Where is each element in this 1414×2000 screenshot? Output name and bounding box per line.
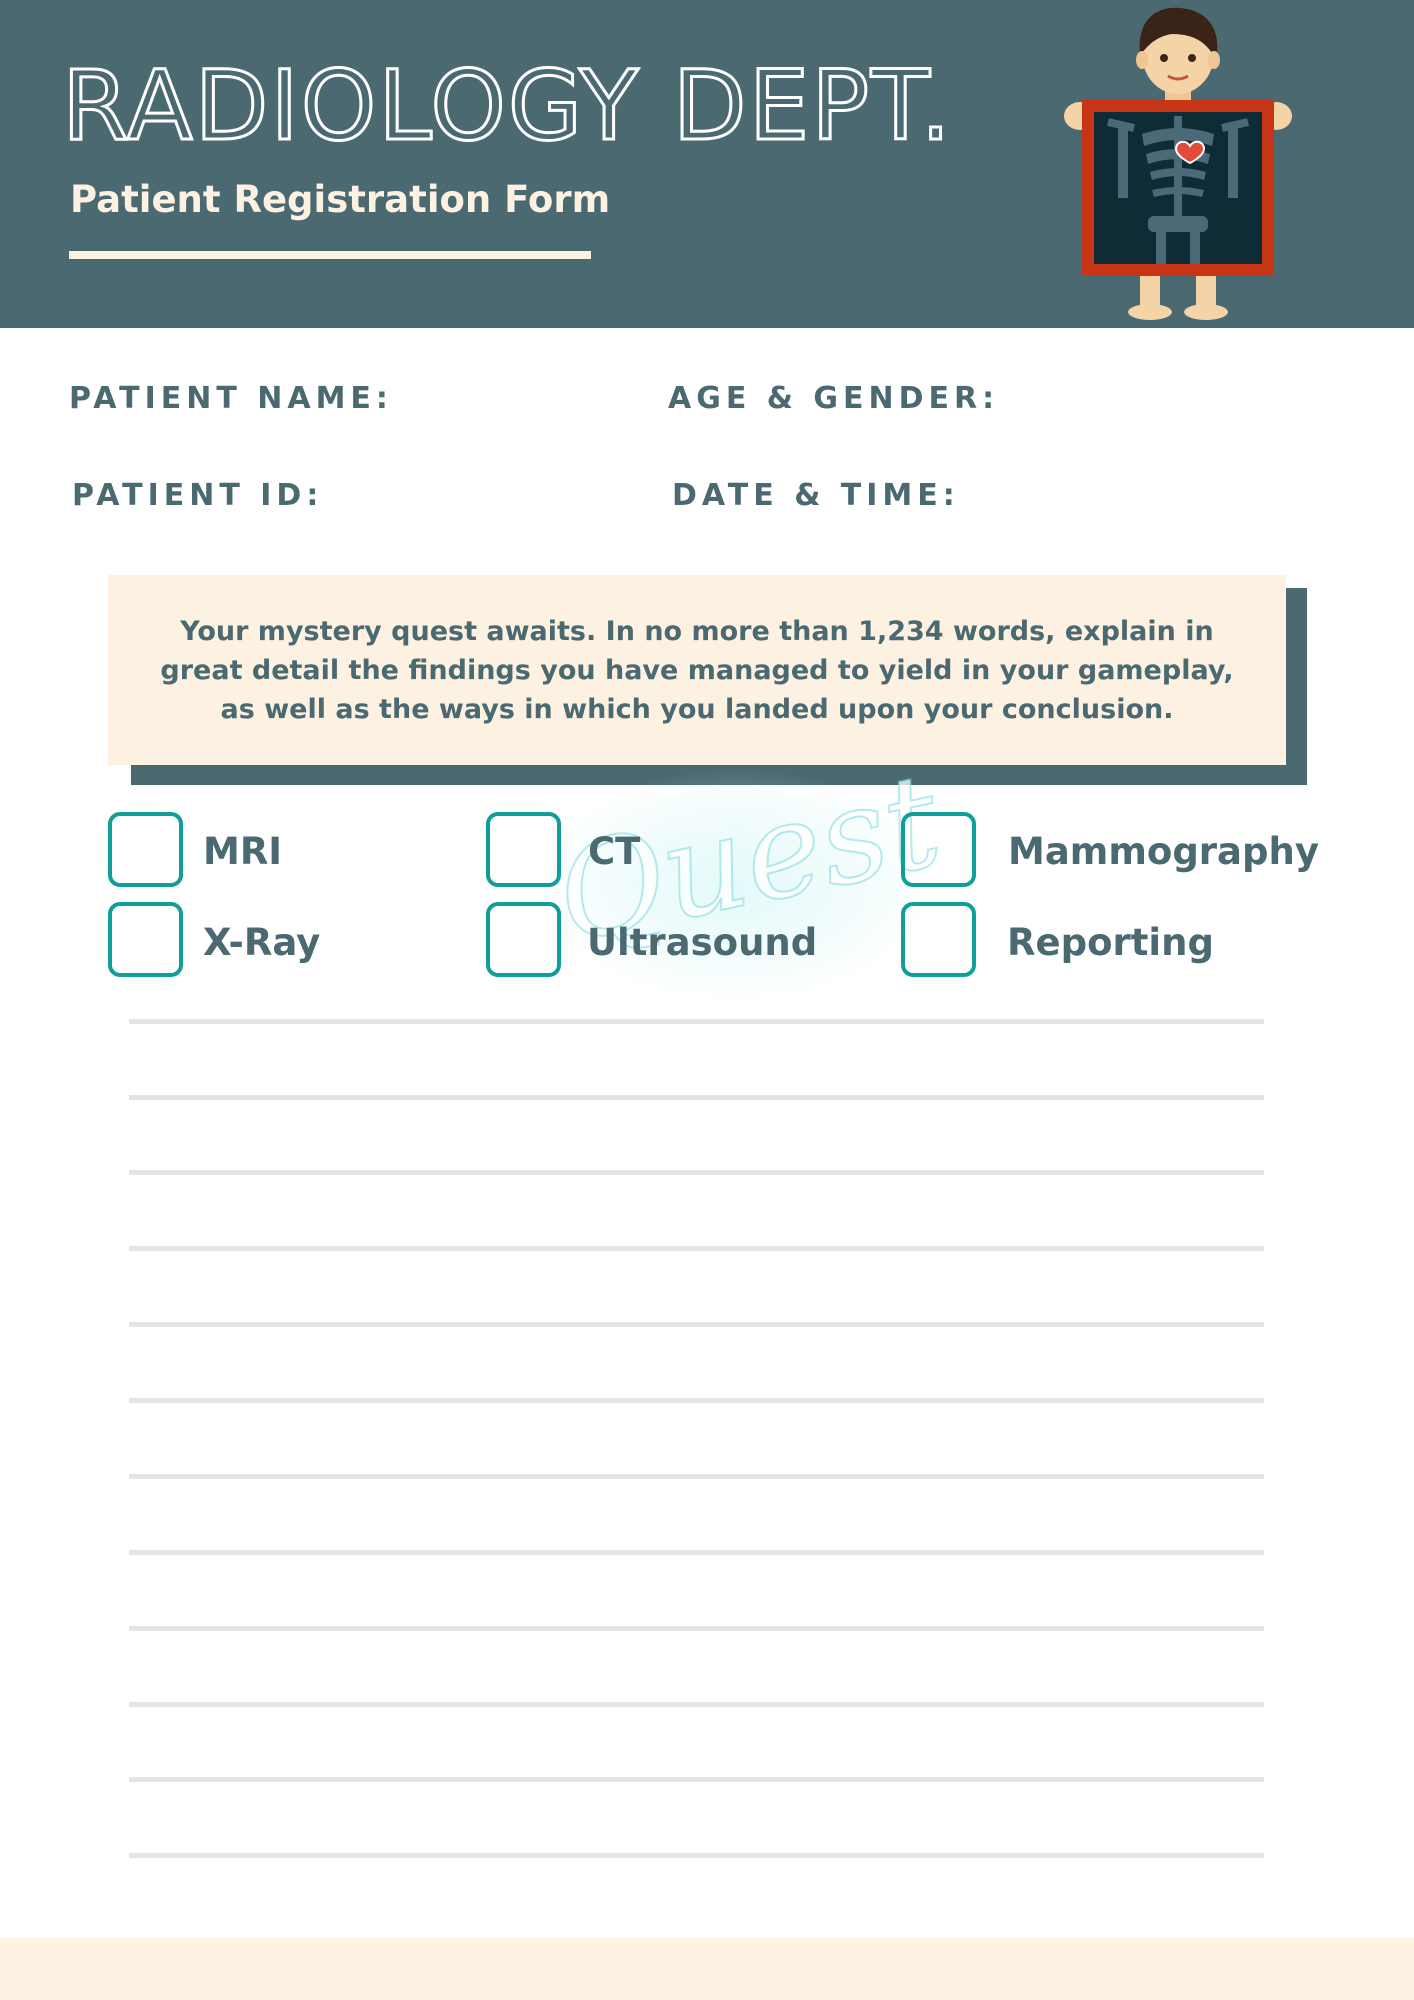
- writing-line[interactable]: [129, 1853, 1264, 1858]
- reporting-label: Reporting: [1007, 921, 1214, 964]
- writing-line[interactable]: [129, 1095, 1264, 1100]
- patient-name-label: PATIENT NAME:: [69, 381, 393, 416]
- option-xray[interactable]: [108, 902, 183, 977]
- mri-checkbox[interactable]: [108, 812, 183, 887]
- xray-label: X-Ray: [203, 921, 321, 964]
- writing-line[interactable]: [129, 1170, 1264, 1175]
- writing-line[interactable]: [129, 1550, 1264, 1555]
- writing-line[interactable]: [129, 1626, 1264, 1631]
- ct-label: CT: [588, 830, 641, 873]
- writing-line[interactable]: [129, 1777, 1264, 1782]
- mri-label: MRI: [203, 830, 283, 873]
- instruction-text: Your mystery quest awaits. In no more th…: [160, 615, 1234, 725]
- xray-checkbox[interactable]: [108, 902, 183, 977]
- option-mri[interactable]: [108, 812, 183, 887]
- ultrasound-checkbox[interactable]: [486, 902, 561, 977]
- date-time-label: DATE & TIME:: [672, 478, 960, 513]
- form-subtitle: Patient Registration Form: [70, 178, 611, 221]
- writing-line[interactable]: [129, 1019, 1264, 1024]
- xray-patient-icon: [1064, 7, 1292, 320]
- writing-line[interactable]: [129, 1398, 1264, 1403]
- writing-line[interactable]: [129, 1246, 1264, 1251]
- instruction-box: Your mystery quest awaits. In no more th…: [108, 575, 1286, 765]
- page-title: RADIOLOGY DEPT.: [61, 49, 953, 164]
- writing-line[interactable]: [129, 1702, 1264, 1707]
- ct-checkbox[interactable]: [486, 812, 561, 887]
- mammography-checkbox[interactable]: [901, 812, 976, 887]
- writing-line[interactable]: [129, 1474, 1264, 1479]
- writing-line[interactable]: [129, 1322, 1264, 1327]
- option-mammography[interactable]: [901, 812, 976, 887]
- header-banner: RADIOLOGY DEPT. Patient Registration For…: [0, 0, 1414, 328]
- age-gender-label: AGE & GENDER:: [668, 381, 1000, 416]
- patient-id-label: PATIENT ID:: [72, 478, 324, 513]
- subtitle-underline: [69, 251, 591, 259]
- option-reporting[interactable]: [901, 902, 976, 977]
- option-ct[interactable]: [486, 812, 561, 887]
- mammography-label: Mammography: [1008, 830, 1319, 873]
- ultrasound-label: Ultrasound: [587, 921, 818, 964]
- footer-band: [0, 1938, 1414, 2000]
- option-ultrasound[interactable]: [486, 902, 561, 977]
- reporting-checkbox[interactable]: [901, 902, 976, 977]
